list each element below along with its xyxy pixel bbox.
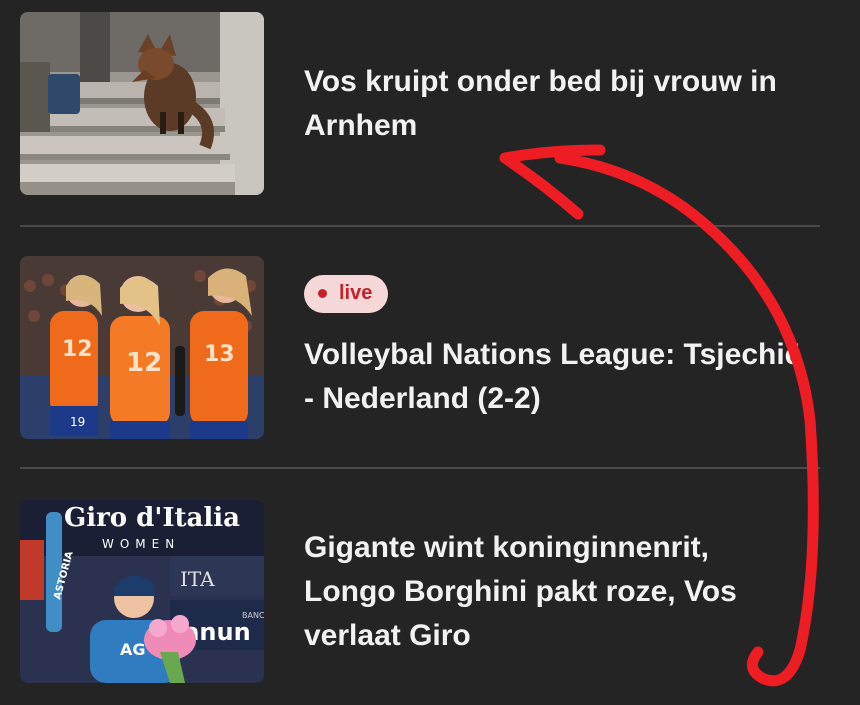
live-dot-icon <box>318 289 327 298</box>
article-headline[interactable]: Volleybal Nations League: Tsjechië - Ned… <box>304 333 804 421</box>
article-text: Gigante wint koninginnenrit, Longo Borgh… <box>304 526 804 658</box>
divider <box>20 225 820 227</box>
volleyball-thumbnail[interactable]: 19 12 13 12 <box>20 256 264 439</box>
live-badge-label: live <box>339 282 373 304</box>
fox-image <box>20 12 264 195</box>
article-headline[interactable]: Gigante wint koninginnenrit, Longo Borgh… <box>304 526 804 658</box>
jersey-number: 12 <box>62 337 93 362</box>
article-volleyball[interactable]: 19 12 13 12 live Volleybal Nations Leagu… <box>20 256 820 439</box>
jersey-number: 19 <box>70 415 85 429</box>
banner-subtitle: WOMEN <box>102 537 180 551</box>
volleyball-image: 19 12 13 12 <box>20 256 264 439</box>
banner-title: Giro d'Italia <box>64 503 240 533</box>
article-giro[interactable]: Giro d'Italia WOMEN ITA lanun BANC ASTOR… <box>20 500 820 683</box>
sponsor-text: ITA <box>180 567 215 591</box>
jersey-number: 12 <box>126 348 162 378</box>
jersey-number: 13 <box>204 342 235 367</box>
giro-thumbnail[interactable]: Giro d'Italia WOMEN ITA lanun BANC ASTOR… <box>20 500 264 683</box>
live-badge: live <box>304 274 389 313</box>
fox-thumbnail[interactable] <box>20 12 264 195</box>
article-text: Vos kruipt onder bed bij vrouw in Arnhem <box>304 60 804 148</box>
jersey-logo-text: AG <box>120 640 146 659</box>
article-text: live Volleybal Nations League: Tsjechië … <box>304 274 804 421</box>
article-fox[interactable]: Vos kruipt onder bed bij vrouw in Arnhem <box>20 12 820 195</box>
giro-image: Giro d'Italia WOMEN ITA lanun BANC ASTOR… <box>20 500 264 683</box>
divider <box>20 467 820 469</box>
news-feed: Vos kruipt onder bed bij vrouw in Arnhem <box>0 0 860 705</box>
sponsor-small-text: BANC <box>242 611 264 620</box>
article-headline[interactable]: Vos kruipt onder bed bij vrouw in Arnhem <box>304 60 804 148</box>
